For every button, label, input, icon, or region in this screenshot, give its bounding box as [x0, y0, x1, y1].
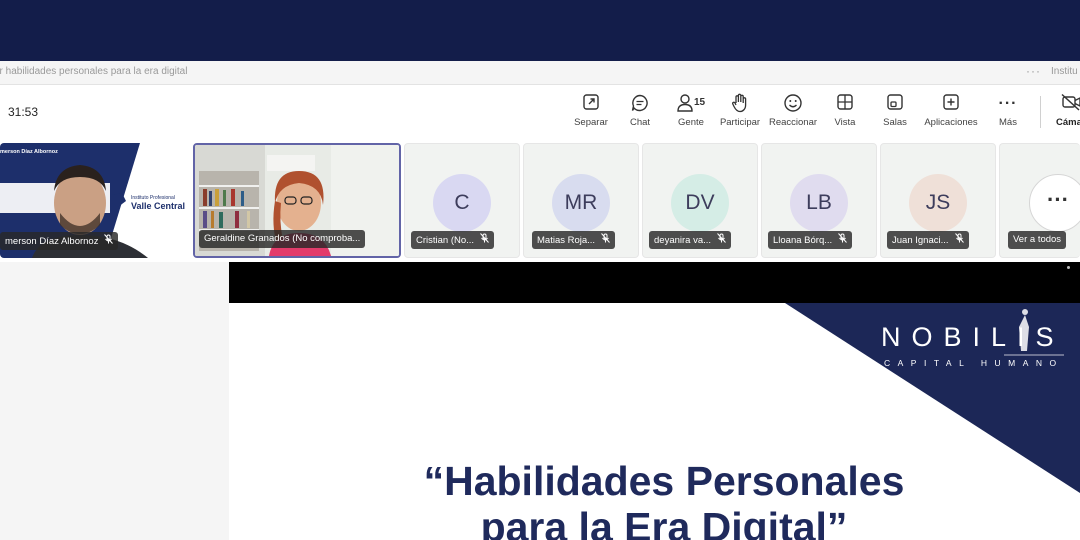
- screen-indicator: [1067, 266, 1070, 269]
- people-count: 15: [694, 97, 706, 108]
- chat-icon: [624, 93, 656, 115]
- participant-name: Juan Ignaci...: [892, 235, 949, 246]
- participant-name: Matias Roja...: [537, 235, 596, 246]
- mic-muted-icon: [601, 231, 610, 249]
- view-button[interactable]: Vista: [830, 93, 860, 133]
- raise-hand-label: Participar: [719, 117, 761, 128]
- participant-name-tag: Cristian (No...: [411, 231, 495, 249]
- participant-name: Cristian (No...: [416, 235, 475, 246]
- meeting-toolbar: 31:53 Separar Chat 15 Gente Participar R…: [0, 86, 1080, 139]
- slide-logo: NOBILIS: [881, 322, 1065, 352]
- mic-muted-icon: [838, 231, 848, 249]
- participant-name-tag: Matias Roja...: [532, 231, 616, 249]
- left-panel: [0, 262, 229, 540]
- avatar: LB: [790, 174, 848, 232]
- see-all-label: Ver a todos: [1008, 231, 1067, 249]
- more-button[interactable]: ··· Más: [994, 93, 1022, 133]
- slide-title: “Habilidades Personales para la Era Digi…: [423, 458, 905, 540]
- rooms-button[interactable]: Salas: [880, 93, 910, 133]
- smiley-icon: [768, 93, 818, 115]
- react-label: Reaccionar: [768, 117, 818, 128]
- presenter-banner-name: merson Díaz Albornoz: [0, 149, 58, 155]
- grid-view-icon: [830, 93, 860, 115]
- apps-button[interactable]: Aplicaciones: [922, 93, 980, 133]
- participant-name-tag: Geraldine Granados (No comproba...: [199, 230, 366, 248]
- people-icon: 15: [672, 93, 710, 115]
- people-label: Gente: [678, 117, 704, 128]
- participant-tile[interactable]: JS Juan Ignaci...: [880, 143, 996, 258]
- raise-hand-button[interactable]: Participar: [718, 93, 762, 133]
- add-apps-icon: [922, 93, 980, 115]
- participant-name-tag: Juan Ignaci...: [887, 231, 969, 249]
- pop-out-icon: [572, 93, 610, 115]
- pop-out-label: Separar: [574, 117, 608, 128]
- pop-out-button[interactable]: Separar: [572, 93, 610, 133]
- meeting-timer: 31:53: [8, 105, 39, 119]
- participant-tile[interactable]: LB Lloana Bórq...: [761, 143, 877, 258]
- apps-label: Aplicaciones: [924, 117, 978, 128]
- participant-strip: merson Díaz Albornoz Instituto Profesion…: [0, 140, 1080, 262]
- participant-name: deyanira va...: [654, 235, 712, 246]
- participant-tile-presenter[interactable]: merson Díaz Albornoz Instituto Profesion…: [0, 143, 190, 258]
- participant-name: merson Díaz Albornoz: [5, 236, 99, 247]
- raise-hand-icon: [718, 93, 762, 115]
- mic-muted-icon: [104, 232, 114, 250]
- participant-name-tag: merson Díaz Albornoz: [0, 232, 119, 250]
- more-label: Más: [999, 117, 1017, 128]
- view-label: Vista: [834, 117, 856, 128]
- toolbar-divider: [1040, 96, 1041, 128]
- rooms-label: Salas: [883, 117, 907, 128]
- top-banner: [0, 0, 1080, 61]
- participant-name: Geraldine Granados (No comproba...: [204, 233, 361, 244]
- window-title-bar: ar habilidades personales para la era di…: [0, 61, 1080, 85]
- institute-name: Valle Central: [131, 201, 186, 211]
- avatar: DV: [671, 174, 729, 232]
- camera-button[interactable]: Cáma: [1052, 93, 1080, 133]
- camera-label: Cáma: [1056, 117, 1080, 128]
- people-button[interactable]: 15 Gente: [672, 93, 710, 133]
- mic-muted-icon: [717, 231, 726, 249]
- rooms-icon: [880, 93, 910, 115]
- meeting-title: ar habilidades personales para la era di…: [0, 66, 188, 77]
- more-icon: ···: [998, 95, 1018, 112]
- organization-name: Institu: [1051, 66, 1078, 77]
- avatar: MR: [552, 174, 610, 232]
- participant-name-tag: Lloana Bórq...: [768, 231, 853, 249]
- more-icon: ···: [1029, 174, 1080, 232]
- participant-tile-active-speaker[interactable]: Geraldine Granados (No comproba...: [193, 143, 401, 258]
- react-button[interactable]: Reaccionar: [768, 93, 818, 133]
- camera-off-icon: [1052, 93, 1080, 115]
- slide-logo-subtitle: CAPITAL HUMANO: [884, 358, 1064, 368]
- shared-screen-letterbox: [229, 262, 1080, 303]
- more-options-icon[interactable]: ···: [1026, 64, 1041, 78]
- see-all-tile[interactable]: ··· Ver a todos: [999, 143, 1080, 258]
- mic-muted-icon: [954, 231, 964, 249]
- avatar: C: [433, 174, 491, 232]
- participant-tile[interactable]: MR Matias Roja...: [523, 143, 639, 258]
- participant-tile[interactable]: C Cristian (No...: [404, 143, 520, 258]
- chat-button[interactable]: Chat: [624, 93, 656, 133]
- participant-name-tag: deyanira va...: [649, 231, 732, 249]
- chat-label: Chat: [629, 117, 651, 128]
- avatar: JS: [909, 174, 967, 232]
- mic-muted-icon: [480, 231, 489, 249]
- participant-tile[interactable]: DV deyanira va...: [642, 143, 758, 258]
- shared-screen: NOBILIS CAPITAL HUMANO “Habilidades Pers…: [229, 262, 1080, 540]
- participant-name: Lloana Bórq...: [773, 235, 833, 246]
